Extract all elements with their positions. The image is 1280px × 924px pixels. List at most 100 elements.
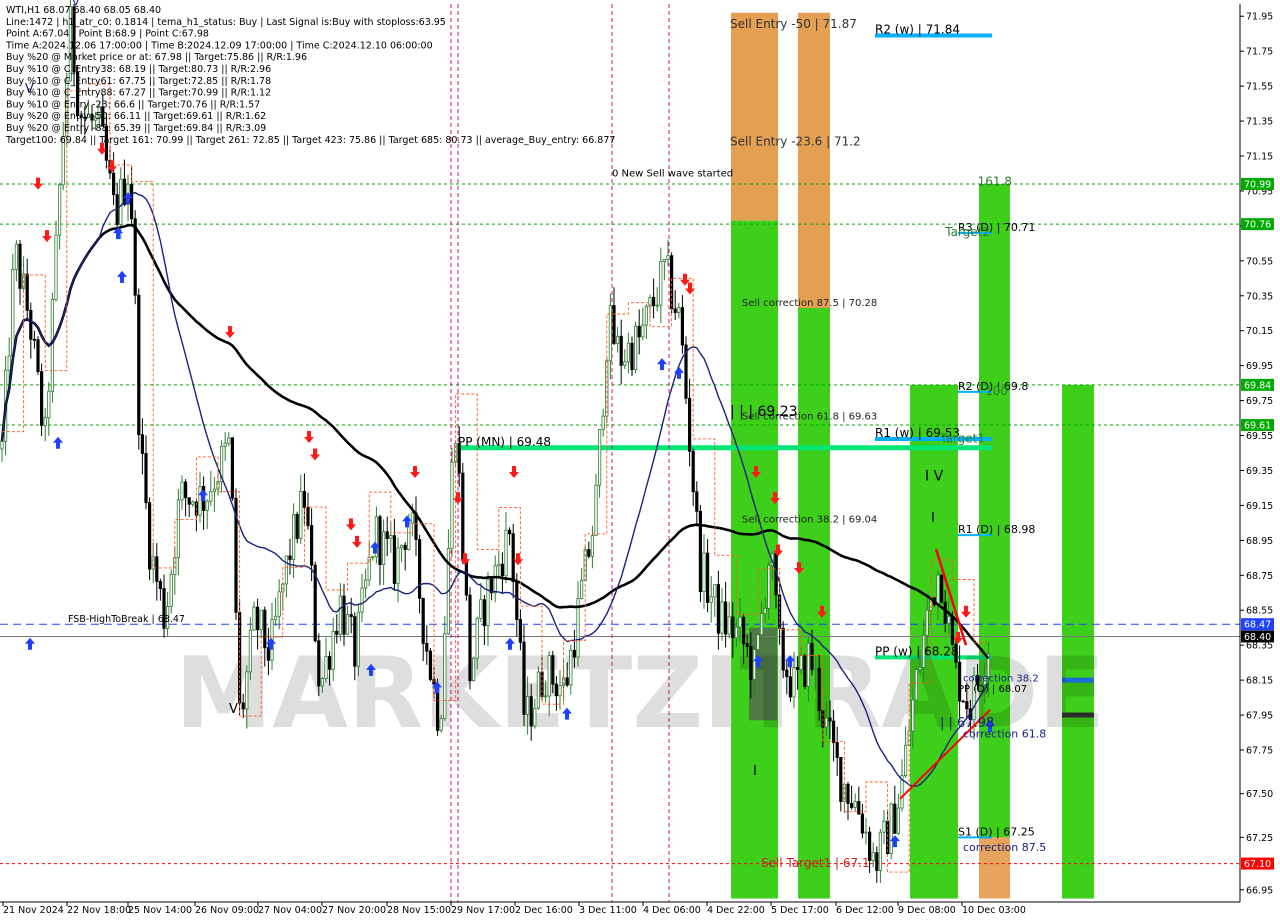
candle-body	[958, 661, 962, 702]
candle-body	[846, 783, 850, 804]
candle-body	[191, 501, 195, 505]
candle-body	[255, 606, 260, 631]
price-tick-label: 67.75	[1246, 746, 1273, 757]
chart-annotation: | | | 69.23	[730, 404, 798, 420]
candle-body	[673, 308, 677, 313]
candle-body	[180, 481, 184, 501]
chart-annotation: S1 (D) | 67.25	[958, 825, 1035, 838]
candle-body	[471, 657, 476, 681]
candle-body	[767, 565, 771, 609]
time-tick-label: 6 Dec 12:00	[836, 905, 894, 916]
candle-body	[544, 695, 548, 698]
candle-body	[850, 803, 854, 808]
candle-body	[327, 656, 332, 670]
price-tick-label: 67.95	[1246, 711, 1273, 722]
candle-body	[738, 616, 742, 628]
candle-body	[965, 701, 969, 710]
candle-body	[403, 544, 407, 550]
candle-body	[155, 556, 159, 582]
price-axis-badge-label: 68.47	[1244, 620, 1271, 631]
candle-body	[338, 595, 343, 635]
candle-body	[702, 552, 706, 593]
info-line: WTI,H1 68.07 68.40 68.05 68.40	[6, 5, 161, 16]
candle-body	[277, 591, 281, 617]
candle-body	[507, 529, 512, 535]
candle-body	[623, 361, 627, 366]
candle-body	[230, 437, 234, 499]
price-tick-label: 69.55	[1246, 431, 1273, 442]
price-tick-label: 70.15	[1246, 326, 1273, 337]
candle-body	[212, 488, 216, 492]
candle-body	[572, 649, 577, 658]
candle-body	[950, 616, 955, 645]
candle-body	[252, 606, 256, 631]
time-tick-label: 2 Dec 16:00	[515, 905, 573, 916]
candle-body	[263, 609, 267, 649]
info-line: Buy %10 @ C_Entry38: 68.19 || Target:80.…	[6, 64, 271, 75]
candle-body	[119, 178, 123, 226]
candle-body	[587, 549, 591, 557]
candle-body	[565, 677, 569, 686]
candle-body	[569, 649, 573, 686]
candle-body	[396, 547, 400, 584]
candle-body	[601, 415, 605, 430]
candle-body	[533, 707, 537, 727]
candle-body	[11, 268, 15, 357]
candle-body	[799, 655, 803, 670]
candle-body	[493, 565, 497, 594]
price-tick-label: 67.25	[1246, 833, 1273, 844]
candle-body	[940, 574, 944, 603]
candle-body	[7, 355, 11, 371]
time-tick-label: 29 Nov 17:00	[451, 905, 515, 916]
candle-body	[666, 255, 670, 260]
candle-body	[731, 616, 735, 639]
candle-body	[630, 342, 634, 371]
candle-body	[882, 820, 886, 833]
candle-body	[763, 607, 767, 615]
candle-body	[644, 305, 649, 326]
candle-body	[378, 516, 382, 566]
candle-body	[907, 730, 911, 746]
candle-body	[144, 453, 148, 504]
price-tick-label: 69.95	[1246, 361, 1273, 372]
wave-marker: I	[753, 764, 757, 779]
time-tick-label: 9 Dec 08:00	[898, 905, 956, 916]
candle-body	[299, 490, 303, 539]
price-tick-label: 71.55	[1246, 82, 1273, 93]
candle-body	[0, 440, 4, 450]
price-axis-badge-label: 69.84	[1244, 380, 1271, 391]
candle-body	[40, 371, 44, 426]
candle-body	[713, 584, 717, 598]
price-tick-label: 69.35	[1246, 466, 1273, 477]
chart-annotation: correction 61.8	[963, 728, 1046, 741]
candle-body	[245, 671, 249, 710]
price-axis-badge-label: 70.99	[1244, 179, 1271, 190]
candle-body	[554, 683, 559, 697]
candle-body	[291, 514, 296, 560]
trade-zone	[731, 12, 778, 221]
candle-body	[176, 499, 180, 559]
chart-annotation: R2 (w) | 71.84	[875, 22, 960, 36]
candle-body	[464, 559, 469, 596]
trade-zone	[798, 12, 830, 308]
candle-body	[893, 803, 897, 834]
time-tick-label: 26 Nov 09:00	[195, 905, 259, 916]
price-tick-label: 70.55	[1246, 256, 1273, 267]
candle-body	[50, 298, 55, 392]
candle-body	[832, 720, 836, 744]
candle-body	[691, 450, 695, 493]
candle-body	[749, 646, 753, 680]
candle-body	[936, 574, 940, 606]
chart-root: MARKETZITRADE Sell Entry -50 | 71.87 Sell…	[0, 0, 1280, 920]
candle-body	[857, 801, 861, 815]
candle-body	[634, 325, 638, 371]
candle-body	[918, 667, 922, 670]
candle-body	[698, 510, 703, 593]
candle-body	[248, 629, 252, 673]
chart-annotation: V	[229, 702, 238, 717]
candle-body	[360, 587, 364, 613]
chart-annotation: Sell correction 38.2 | 69.04	[742, 515, 877, 526]
info-line: Time A:2024.12.06 17:00:00 | Time B:2024…	[5, 40, 433, 51]
candle-body	[803, 655, 807, 687]
price-tick-label: 71.15	[1246, 151, 1273, 162]
